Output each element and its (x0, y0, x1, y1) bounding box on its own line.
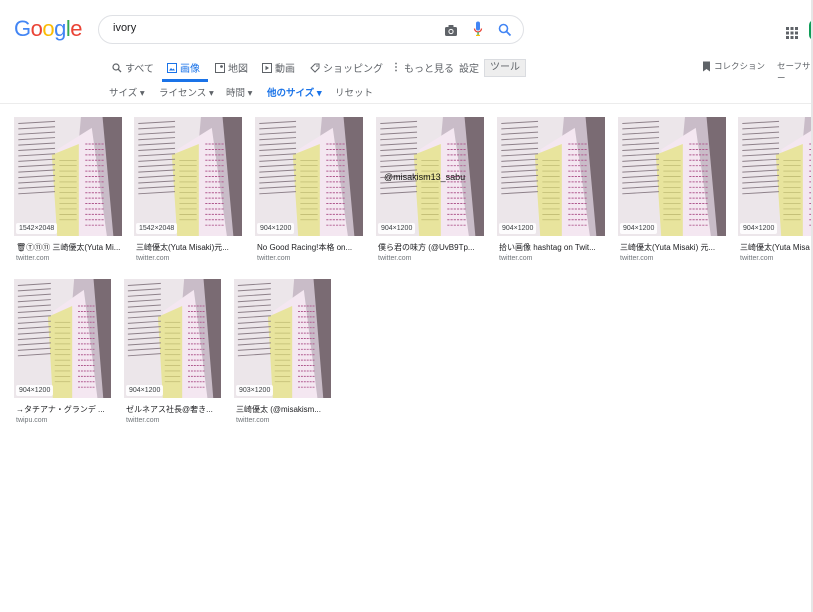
image-icon (167, 62, 177, 73)
logo-letter: o (42, 16, 55, 41)
image-dimensions: 904×1200 (620, 223, 658, 234)
result-thumbnail[interactable] (497, 117, 605, 236)
video-icon (262, 62, 272, 73)
tab-shopping[interactable]: ショッピング (310, 60, 383, 75)
result-source[interactable]: twitter.com (16, 255, 49, 262)
tag-icon (310, 63, 320, 73)
result-title[interactable]: ゼルネアス社長@奢き... (126, 404, 223, 415)
more-icon: ⋮ (391, 62, 401, 73)
collections-label: コレクション (714, 61, 766, 71)
result-source[interactable]: twitter.com (257, 255, 290, 262)
image-dimensions: 1542×2048 (16, 223, 58, 234)
settings-label: 設定 (459, 64, 479, 75)
result-title[interactable]: 三崎優太(Yuta Misa (740, 242, 813, 253)
tab-label: 地図 (228, 64, 248, 75)
map-icon (215, 62, 225, 73)
result-source[interactable]: twitter.com (126, 417, 159, 424)
logo-letter: o (30, 16, 43, 41)
tab-label: 動画 (275, 64, 295, 75)
google-logo[interactable]: Google (14, 16, 83, 42)
result-source[interactable]: twitter.com (740, 255, 773, 262)
safesearch-link[interactable]: セーフサー (777, 60, 813, 84)
result-source[interactable]: twitter.com (378, 255, 411, 262)
result-title[interactable]: →タチアナ・グランデ ... (16, 404, 113, 415)
search-icon[interactable] (498, 22, 512, 41)
tab-label: もっと見る (404, 64, 454, 75)
result-title[interactable]: 拾い画像 hashtag on Twit... (499, 242, 607, 253)
result-source[interactable]: twitter.com (499, 255, 532, 262)
safesearch-label: セーフサー (777, 61, 811, 83)
camera-icon[interactable] (444, 22, 458, 41)
result-title[interactable]: 🗑Ⓣ⑪⑪ 三崎優太(Yuta Mi... (16, 242, 124, 253)
result-source[interactable]: twipu.com (16, 417, 48, 424)
filter-license[interactable]: ライセンス ▾ (159, 85, 214, 99)
image-dimensions: 904×1200 (16, 385, 54, 396)
image-dimensions: 904×1200 (499, 223, 537, 234)
image-dimensions: 903×1200 (236, 385, 274, 396)
tab-videos[interactable]: 動画 (262, 60, 295, 75)
result-title[interactable]: No Good Racing!本格 on... (257, 242, 365, 253)
settings-link[interactable]: 設定 (459, 60, 479, 75)
result-thumbnail[interactable] (134, 117, 242, 236)
apps-grid-icon[interactable] (786, 24, 798, 43)
tab-label: 画像 (180, 64, 200, 75)
logo-letter: e (70, 16, 83, 41)
bookmark-icon (703, 61, 710, 71)
tab-label: ショッピング (323, 64, 383, 75)
image-dimensions: 904×1200 (126, 385, 164, 396)
result-thumbnail[interactable] (14, 279, 111, 398)
result-title[interactable]: 三崎優太(Yuta Misaki)元... (136, 242, 244, 253)
result-thumbnail[interactable] (255, 117, 363, 236)
collections-link[interactable]: コレクション (702, 60, 765, 72)
tab-all[interactable]: すべて (112, 60, 154, 75)
result-title[interactable]: 三崎優太(Yuta Misaki) 元... (620, 242, 728, 253)
result-thumbnail[interactable] (124, 279, 221, 398)
search-icon (112, 62, 122, 72)
result-thumbnail[interactable] (14, 117, 122, 236)
image-dimensions: 904×1200 (378, 223, 416, 234)
tab-maps[interactable]: 地図 (215, 60, 248, 75)
logo-letter: G (14, 16, 31, 41)
image-dimensions: 904×1200 (257, 223, 295, 234)
active-tab-indicator (162, 79, 208, 82)
filter-reset[interactable]: リセット (335, 85, 373, 99)
tools-button[interactable]: ツール (484, 59, 526, 77)
result-source[interactable]: twitter.com (620, 255, 653, 262)
search-box[interactable] (98, 15, 524, 44)
image-dimensions: 1542×2048 (136, 223, 178, 234)
result-thumbnail[interactable] (738, 117, 813, 236)
result-source[interactable]: twitter.com (136, 255, 169, 262)
filter-other-sizes[interactable]: 他のサイズ ▾ (267, 85, 322, 99)
logo-letter: g (54, 16, 66, 41)
filter-size[interactable]: サイズ ▾ (109, 85, 145, 99)
result-source[interactable]: twitter.com (236, 417, 269, 424)
tab-more[interactable]: ⋮ もっと見る (391, 60, 454, 75)
result-title[interactable]: 三崎優太 (@misakism... (236, 404, 333, 415)
toolbar-divider (0, 103, 813, 104)
result-title[interactable]: 僕ら君の味方 (@UvB9Tp... (378, 242, 486, 253)
thumbnail-watermark: @misakism13_sabu (384, 172, 466, 182)
image-dimensions: 904×1200 (740, 223, 778, 234)
tab-images[interactable]: 画像 (167, 60, 200, 75)
mic-icon[interactable] (473, 21, 483, 41)
tab-label: すべて (125, 64, 154, 75)
filter-time[interactable]: 時間 ▾ (226, 85, 252, 99)
result-thumbnail[interactable] (234, 279, 331, 398)
search-input[interactable]: ivory (113, 22, 136, 34)
result-thumbnail[interactable] (618, 117, 726, 236)
